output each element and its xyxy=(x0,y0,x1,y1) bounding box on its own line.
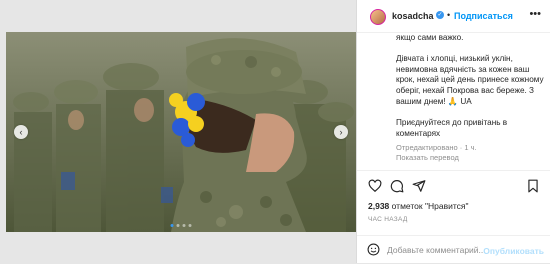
emoji-icon[interactable] xyxy=(367,243,380,256)
comment-icon[interactable] xyxy=(390,179,404,193)
instagram-post: ‹ › kosadcha ✓ • Подписаться ••• якщо са… xyxy=(0,0,550,263)
chevron-right-icon[interactable]: › xyxy=(334,125,348,139)
follow-button[interactable]: Подписаться xyxy=(454,11,513,21)
heart-icon[interactable] xyxy=(368,179,382,193)
avatar[interactable] xyxy=(370,9,386,25)
bookmark-icon[interactable] xyxy=(526,179,540,193)
comment-input[interactable] xyxy=(387,244,497,256)
carousel-dot xyxy=(170,224,174,227)
likes-number: 2,938 xyxy=(368,201,390,211)
share-icon[interactable] xyxy=(412,179,426,193)
separator: • xyxy=(447,10,451,20)
likes-suffix: отметок "Нравится" xyxy=(389,201,469,211)
username[interactable]: kosadcha xyxy=(392,11,434,21)
edited-timestamp: Отредактировано · 1 ч. xyxy=(396,143,477,152)
likes-count[interactable]: 2,938 отметок "Нравится" xyxy=(368,201,469,211)
carousel-dot xyxy=(176,224,180,227)
caption-text: якщо сами важко. xyxy=(396,33,464,42)
carousel-dot xyxy=(182,224,186,227)
more-icon[interactable]: ••• xyxy=(529,8,541,20)
carousel-indicator xyxy=(170,224,192,227)
post-time: ЧАС НАЗАД xyxy=(368,216,408,223)
publish-button[interactable]: Опубликовать xyxy=(483,246,544,256)
caption-text: Дівчата і хлопці, низький уклін, невимов… xyxy=(396,53,544,106)
translate-link[interactable]: Показать перевод xyxy=(396,153,459,162)
caption: якщо сами важко. Дівчата і хлопці, низьк… xyxy=(396,33,544,149)
caption-text: Приєднуйтеся до привітань в коментарях xyxy=(396,117,508,138)
post-photo xyxy=(6,32,356,232)
carousel-dot xyxy=(188,224,192,227)
comment-bar: Опубликовать xyxy=(357,235,550,264)
action-bar xyxy=(357,170,550,199)
post-panel: kosadcha ✓ • Подписаться ••• якщо сами в… xyxy=(356,0,550,263)
chevron-left-icon[interactable]: ‹ xyxy=(14,125,28,139)
verified-icon: ✓ xyxy=(436,11,444,19)
post-media[interactable]: ‹ › xyxy=(6,32,356,232)
post-header: kosadcha ✓ • Подписаться ••• xyxy=(357,0,550,33)
